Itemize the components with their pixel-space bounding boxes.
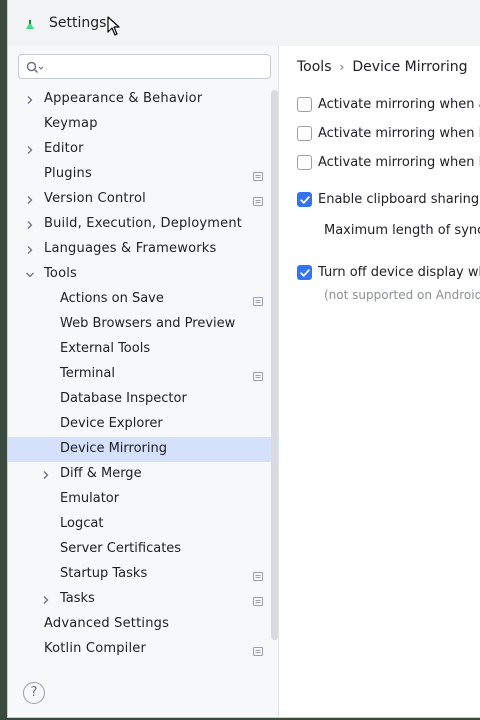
project-level-settings-icon bbox=[253, 570, 263, 581]
turn-off-display-label: Turn off device display whi bbox=[318, 265, 480, 280]
tree-item-label: Database Inspector bbox=[60, 391, 187, 406]
title-bar: Settings bbox=[8, 0, 480, 46]
tree-item-label: External Tools bbox=[60, 341, 151, 356]
tree-item-tasks[interactable]: Tasks bbox=[8, 587, 279, 612]
android-studio-icon bbox=[24, 16, 36, 29]
breadcrumb-separator: › bbox=[339, 60, 345, 74]
tree-item-label: Kotlin Compiler bbox=[44, 641, 147, 656]
tree-item-editor[interactable]: Editor bbox=[8, 137, 279, 162]
search-icon bbox=[26, 60, 44, 74]
tree-item-label: Tasks bbox=[60, 591, 95, 606]
tree-item-label: Device Explorer bbox=[60, 416, 163, 431]
tree-item-startup-tasks[interactable]: Startup Tasks bbox=[8, 562, 279, 587]
turn-off-display-checkbox[interactable] bbox=[297, 265, 312, 280]
project-level-settings-icon bbox=[253, 370, 263, 381]
tree-item-plugins[interactable]: Plugins bbox=[8, 162, 279, 187]
activate-mirroring-checkbox-1[interactable] bbox=[297, 97, 312, 112]
tree-item-label: Emulator bbox=[60, 491, 120, 506]
tree-item-tools[interactable]: Tools bbox=[8, 262, 279, 287]
chevron-right-icon[interactable] bbox=[25, 219, 35, 229]
chevron-right-icon[interactable] bbox=[41, 469, 51, 479]
tree-item-terminal[interactable]: Terminal bbox=[8, 362, 279, 387]
tree-item-label: Logcat bbox=[60, 516, 104, 531]
window-title: Settings bbox=[49, 15, 107, 31]
tree-item-label: Startup Tasks bbox=[60, 566, 148, 581]
settings-content-pane: Tools › Device Mirroring Activate mirrorin… bbox=[279, 46, 480, 717]
clipboard-sharing-checkbox[interactable] bbox=[297, 192, 312, 207]
tree-item-actions-on-save[interactable]: Actions on Save bbox=[8, 287, 279, 312]
tree-item-languages-and-frameworks[interactable]: Languages & Frameworks bbox=[8, 237, 279, 262]
turn-off-display-option[interactable]: Turn off device display whi bbox=[297, 265, 480, 280]
tree-item-device-explorer[interactable]: Device Explorer bbox=[8, 412, 279, 437]
tree-item-label: Server Certificates bbox=[60, 541, 182, 556]
max-length-label: Maximum length of synchro bbox=[324, 223, 480, 238]
tree-item-build-execution-deployment[interactable]: Build, Execution, Deployment bbox=[8, 212, 279, 237]
project-level-settings-icon bbox=[253, 645, 263, 656]
activate-mirroring-option-2[interactable]: Activate mirroring when lau bbox=[297, 126, 480, 141]
project-level-settings-icon bbox=[253, 170, 263, 181]
tree-item-logcat[interactable]: Logcat bbox=[8, 512, 279, 537]
tree-item-label: Plugins bbox=[44, 166, 92, 181]
tree-item-version-control[interactable]: Version Control bbox=[8, 187, 279, 212]
tree-item-emulator[interactable]: Emulator bbox=[8, 487, 279, 512]
tree-scrollbar-thumb[interactable] bbox=[271, 90, 278, 640]
activate-mirroring-label-1: Activate mirroring when a n bbox=[318, 97, 480, 112]
chevron-right-icon[interactable] bbox=[41, 594, 51, 604]
clipboard-sharing-label: Enable clipboard sharing bbox=[318, 192, 480, 207]
tree-item-appearance-and-behavior[interactable]: Appearance & Behavior bbox=[8, 87, 279, 112]
tree-item-device-mirroring[interactable]: Device Mirroring bbox=[8, 437, 279, 462]
tree-item-label: Web Browsers and Preview bbox=[60, 316, 236, 331]
chevron-right-icon[interactable] bbox=[25, 244, 35, 254]
search-input[interactable] bbox=[49, 57, 264, 76]
chevron-right-icon[interactable] bbox=[25, 194, 35, 204]
help-button[interactable]: ? bbox=[23, 682, 45, 704]
tree-item-label: Build, Execution, Deployment bbox=[44, 216, 243, 231]
settings-search-box[interactable] bbox=[18, 54, 271, 79]
chevron-right-icon[interactable] bbox=[25, 144, 35, 154]
settings-window: Settings Appearance & Behavior Keymap Edit… bbox=[7, 0, 480, 718]
activate-mirroring-option-1[interactable]: Activate mirroring when a n bbox=[297, 97, 480, 112]
settings-tree: Appearance & Behavior Keymap Editor Plugins… bbox=[8, 87, 279, 662]
tree-item-label: Terminal bbox=[60, 366, 115, 381]
tree-item-diff-and-merge[interactable]: Diff & Merge bbox=[8, 462, 279, 487]
chevron-down-icon[interactable] bbox=[25, 269, 35, 279]
activate-mirroring-checkbox-3[interactable] bbox=[297, 155, 312, 170]
tree-item-web-browsers-and-preview[interactable]: Web Browsers and Preview bbox=[8, 312, 279, 337]
breadcrumb: Tools › Device Mirroring bbox=[297, 59, 468, 75]
tree-item-keymap[interactable]: Keymap bbox=[8, 112, 279, 137]
tree-item-external-tools[interactable]: External Tools bbox=[8, 337, 279, 362]
tree-item-label: Appearance & Behavior bbox=[44, 91, 203, 106]
project-level-settings-icon bbox=[253, 295, 263, 306]
activate-mirroring-label-3: Activate mirroring when lau bbox=[318, 155, 480, 170]
mouse-cursor-icon bbox=[107, 16, 121, 36]
breadcrumb-current: Device Mirroring bbox=[352, 59, 468, 75]
activate-mirroring-label-2: Activate mirroring when lau bbox=[318, 126, 480, 141]
breadcrumb-parent[interactable]: Tools bbox=[297, 59, 332, 75]
tree-item-kotlin-compiler[interactable]: Kotlin Compiler bbox=[8, 637, 279, 662]
tree-item-label: Actions on Save bbox=[60, 291, 164, 306]
tree-item-label: Version Control bbox=[44, 191, 146, 206]
tree-item-database-inspector[interactable]: Database Inspector bbox=[8, 387, 279, 412]
android-14-note: (not supported on Android 14 bbox=[324, 288, 480, 302]
project-level-settings-icon bbox=[253, 195, 263, 206]
tree-item-advanced-settings[interactable]: Advanced Settings bbox=[8, 612, 279, 637]
tree-item-label: Diff & Merge bbox=[60, 466, 142, 481]
tree-item-label: Advanced Settings bbox=[44, 616, 170, 631]
tree-item-server-certificates[interactable]: Server Certificates bbox=[8, 537, 279, 562]
settings-tree-pane: Appearance & Behavior Keymap Editor Plugins… bbox=[8, 46, 279, 717]
tree-item-label: Device Mirroring bbox=[60, 441, 167, 456]
clipboard-sharing-option[interactable]: Enable clipboard sharing bbox=[297, 192, 479, 207]
project-level-settings-icon bbox=[253, 595, 263, 606]
chevron-right-icon[interactable] bbox=[25, 94, 35, 104]
activate-mirroring-option-3[interactable]: Activate mirroring when lau bbox=[297, 155, 480, 170]
tree-item-label: Languages & Frameworks bbox=[44, 241, 217, 256]
tree-item-label: Tools bbox=[44, 266, 78, 281]
tree-item-label: Editor bbox=[44, 141, 84, 156]
activate-mirroring-checkbox-2[interactable] bbox=[297, 126, 312, 141]
tree-item-label: Keymap bbox=[44, 116, 98, 131]
